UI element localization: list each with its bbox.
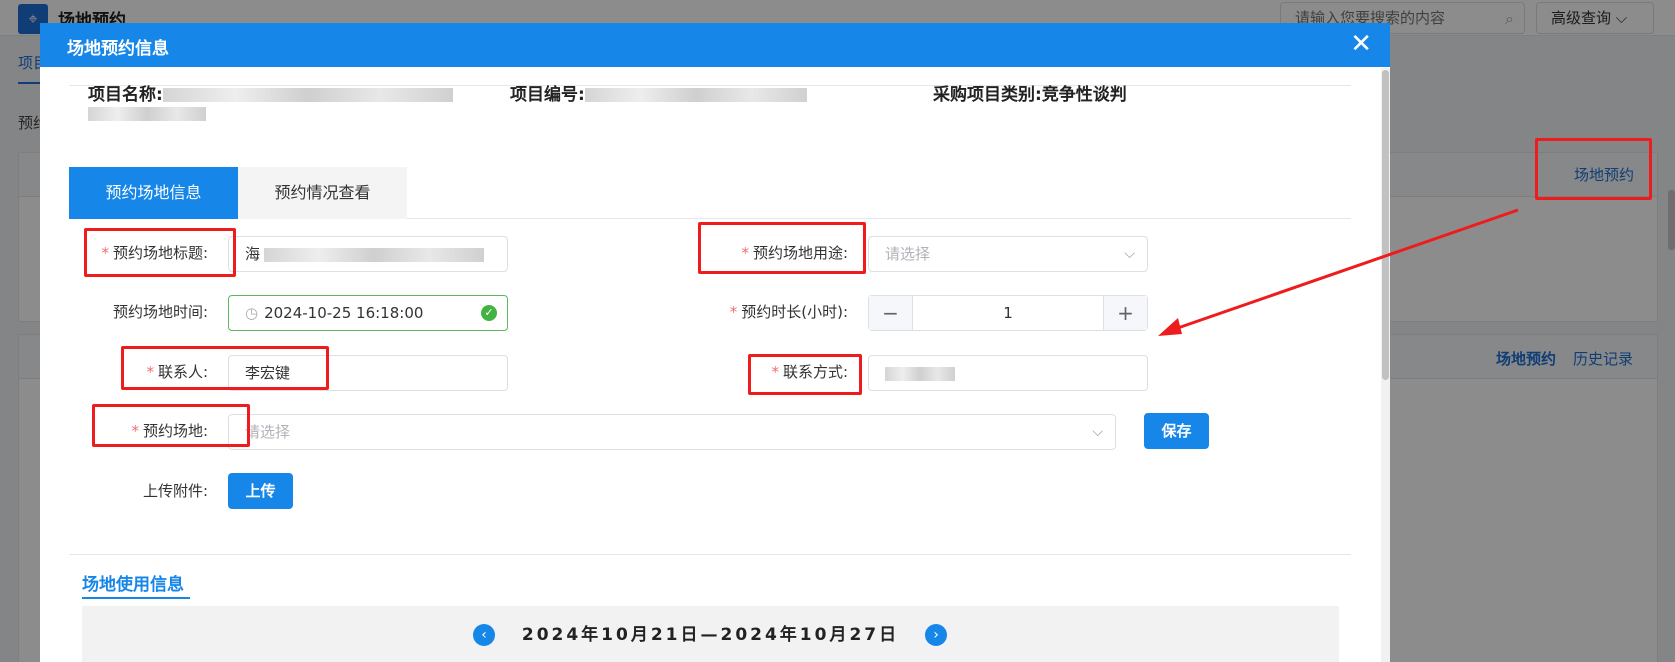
annotation-arrow xyxy=(1158,208,1519,336)
